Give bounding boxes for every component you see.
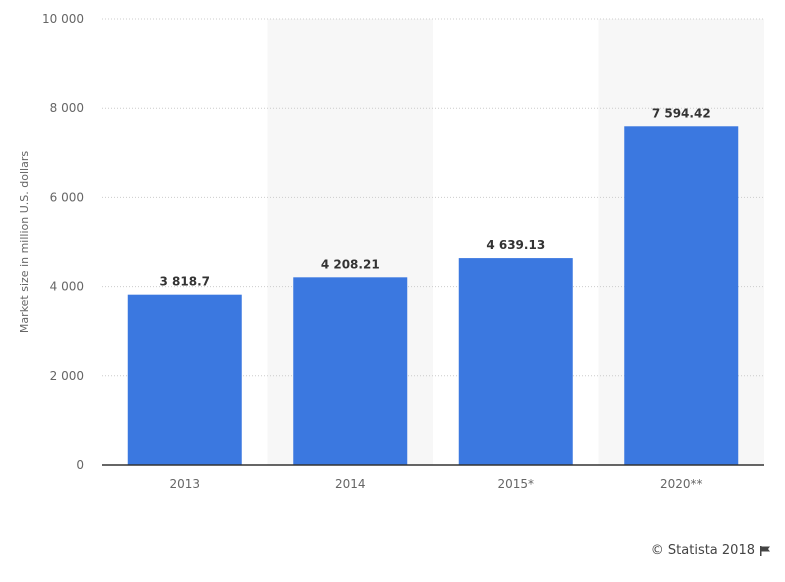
bar[interactable]: [458, 258, 573, 465]
x-tick-label: 2013: [169, 477, 200, 491]
data-label: 3 818.7: [160, 275, 210, 289]
y-tick-label: 6 000: [50, 190, 84, 204]
x-axis-ticks: 2013 2014 2015* 2020**: [169, 477, 702, 491]
y-tick-label: 0: [76, 458, 84, 472]
y-axis-title: Market size in million U.S. dollars: [18, 151, 31, 333]
chart-container: 0 2 000 4 000 6 000 8 000 10 000 3 818.7 4 208…: [0, 0, 785, 582]
statista-credit[interactable]: © Statista 2018: [651, 543, 771, 558]
y-axis-ticks: 0 2 000 4 000 6 000 8 000 10 000: [42, 12, 84, 472]
credit-text: © Statista 2018: [650, 543, 755, 558]
y-tick-label: 8 000: [50, 101, 84, 115]
bar[interactable]: [624, 126, 739, 465]
y-tick-label: 4 000: [50, 280, 84, 294]
x-tick-label: 2014: [335, 477, 366, 491]
bar-chart: 0 2 000 4 000 6 000 8 000 10 000 3 818.7 4 208…: [18, 12, 764, 491]
data-label: 7 594.42: [652, 106, 711, 120]
x-tick-label: 2020**: [660, 477, 703, 491]
y-tick-label: 10 000: [42, 12, 84, 26]
y-tick-label: 2 000: [50, 369, 84, 383]
x-tick-label: 2015*: [497, 477, 534, 491]
bar[interactable]: [127, 294, 242, 465]
data-label: 4 208.21: [321, 257, 380, 271]
bar[interactable]: [293, 277, 408, 465]
flag-icon: [760, 545, 770, 556]
data-label: 4 639.13: [486, 238, 545, 252]
